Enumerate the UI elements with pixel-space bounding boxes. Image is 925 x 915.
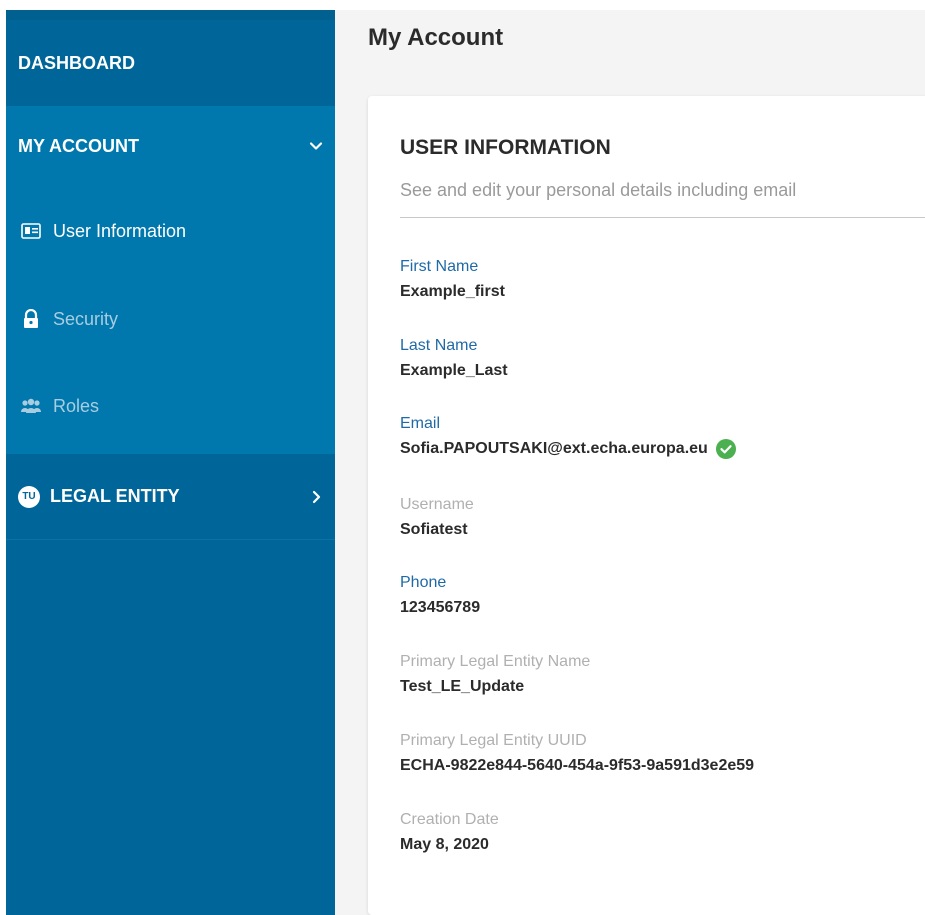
- page-title: My Account: [368, 24, 504, 51]
- creation-date-value: May 8, 2020: [400, 836, 489, 853]
- username-value: Sofiatest: [400, 521, 468, 538]
- sidebar-item-label: Roles: [53, 395, 100, 416]
- id-card-icon: [20, 220, 42, 242]
- legal-entity-uuid-value: ECHA-9822e844-5640-454a-9f53-9a591d3e2e5…: [400, 757, 755, 774]
- field-value: 123456789: [400, 598, 480, 618]
- field-value: Test_LE_Update: [400, 677, 590, 697]
- legal-entity-badge-icon: TU: [18, 485, 40, 508]
- field-label: Primary Legal Entity Name: [400, 653, 591, 670]
- field-last-name: Last Name Example_Last: [400, 336, 508, 381]
- field-value: May 8, 2020: [400, 835, 499, 855]
- my-account-submenu: User Information Security Roles: [6, 186, 335, 454]
- legal-entity-name-value: Test_LE_Update: [400, 678, 525, 695]
- card-subtitle: See and edit your personal details inclu…: [400, 180, 797, 200]
- lock-icon: [20, 308, 42, 330]
- chevron-right-icon: [312, 490, 321, 503]
- field-creation-date: Creation Date May 8, 2020: [400, 810, 499, 855]
- top-bar: My Account: [335, 10, 925, 94]
- field-label: Username: [400, 496, 474, 513]
- sidebar-item-label: Security: [53, 308, 119, 329]
- card-title: USER INFORMATION: [400, 136, 611, 159]
- nav-legal-entity-label: LEGAL ENTITY: [50, 486, 180, 506]
- field-value: ECHA-9822e844-5640-454a-9f53-9a591d3e2e5…: [400, 756, 754, 776]
- sidebar-item-roles[interactable]: Roles: [6, 384, 335, 428]
- field-value: Example_first: [400, 282, 505, 302]
- nav-dashboard-label: DASHBOARD: [18, 52, 135, 73]
- user-information-card: USER INFORMATION See and edit your perso…: [368, 96, 925, 915]
- nav-dashboard[interactable]: DASHBOARD: [6, 10, 335, 106]
- field-value: Sofiatest: [400, 520, 474, 540]
- nav-legal-entity[interactable]: TU LEGAL ENTITY: [6, 454, 335, 540]
- field-label[interactable]: Email: [400, 414, 736, 434]
- field-value: Example_Last: [400, 361, 508, 381]
- verified-check-icon: [715, 439, 736, 459]
- sidebar-item-label: User Information: [53, 220, 187, 241]
- field-username: Username Sofiatest: [400, 495, 474, 540]
- nav-my-account-label: MY ACCOUNT: [18, 135, 139, 156]
- sidebar-item-security[interactable]: Security: [6, 297, 335, 341]
- field-label[interactable]: Last Name: [400, 336, 508, 356]
- nav-my-account[interactable]: MY ACCOUNT: [6, 106, 335, 186]
- sidebar-item-user-information[interactable]: User Information: [6, 209, 335, 253]
- field-first-name: First Name Example_first: [400, 257, 505, 302]
- phone-value: 123456789: [400, 599, 481, 616]
- sidebar: DASHBOARD MY ACCOUNT User Information Se…: [6, 10, 335, 915]
- users-icon: [20, 395, 42, 417]
- field-phone: Phone 123456789: [400, 573, 480, 618]
- field-label: Creation Date: [400, 811, 499, 828]
- email-value: Sofia.PAPOUTSAKI@ext.echa.europa.eu: [400, 440, 708, 457]
- first-name-value: Example_first: [400, 283, 505, 300]
- field-label[interactable]: First Name: [400, 257, 505, 277]
- field-label: Primary Legal Entity UUID: [400, 732, 587, 749]
- chevron-down-icon: [309, 142, 323, 150]
- field-label[interactable]: Phone: [400, 573, 480, 593]
- field-value: Sofia.PAPOUTSAKI@ext.echa.europa.eu: [400, 439, 736, 459]
- field-primary-legal-entity-name: Primary Legal Entity Name Test_LE_Update: [400, 652, 590, 697]
- divider: [400, 217, 925, 218]
- field-primary-legal-entity-uuid: Primary Legal Entity UUID ECHA-9822e844-…: [400, 731, 754, 776]
- last-name-value: Example_Last: [400, 362, 508, 379]
- field-email: Email Sofia.PAPOUTSAKI@ext.echa.europa.e…: [400, 414, 736, 459]
